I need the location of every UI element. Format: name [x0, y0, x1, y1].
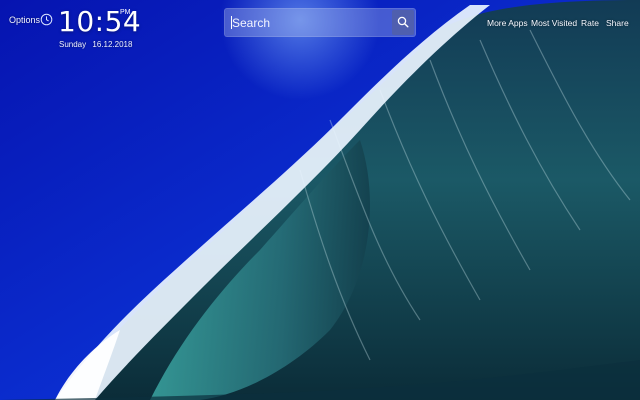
clock-icon[interactable] [40, 13, 53, 26]
search-input[interactable] [230, 8, 392, 37]
share-link[interactable]: Share [606, 18, 629, 28]
top-bar: Options 10:54 PM Sunday 16.12.2018 More … [0, 0, 640, 60]
clock-ampm: PM [120, 9, 131, 16]
search-box [224, 8, 416, 37]
search-button[interactable] [392, 10, 414, 35]
date-value: 16.12.2018 [92, 40, 133, 49]
clock-date: Sunday 16.12.2018 [59, 40, 136, 49]
most-visited-link[interactable]: Most Visited [531, 18, 577, 28]
rate-link[interactable]: Rate [581, 18, 599, 28]
more-apps-link[interactable]: More Apps [487, 18, 528, 28]
search-icon [397, 16, 409, 28]
wallpaper-wave-image [0, 0, 640, 400]
options-button[interactable]: Options [9, 15, 40, 25]
date-day: Sunday [59, 40, 87, 49]
